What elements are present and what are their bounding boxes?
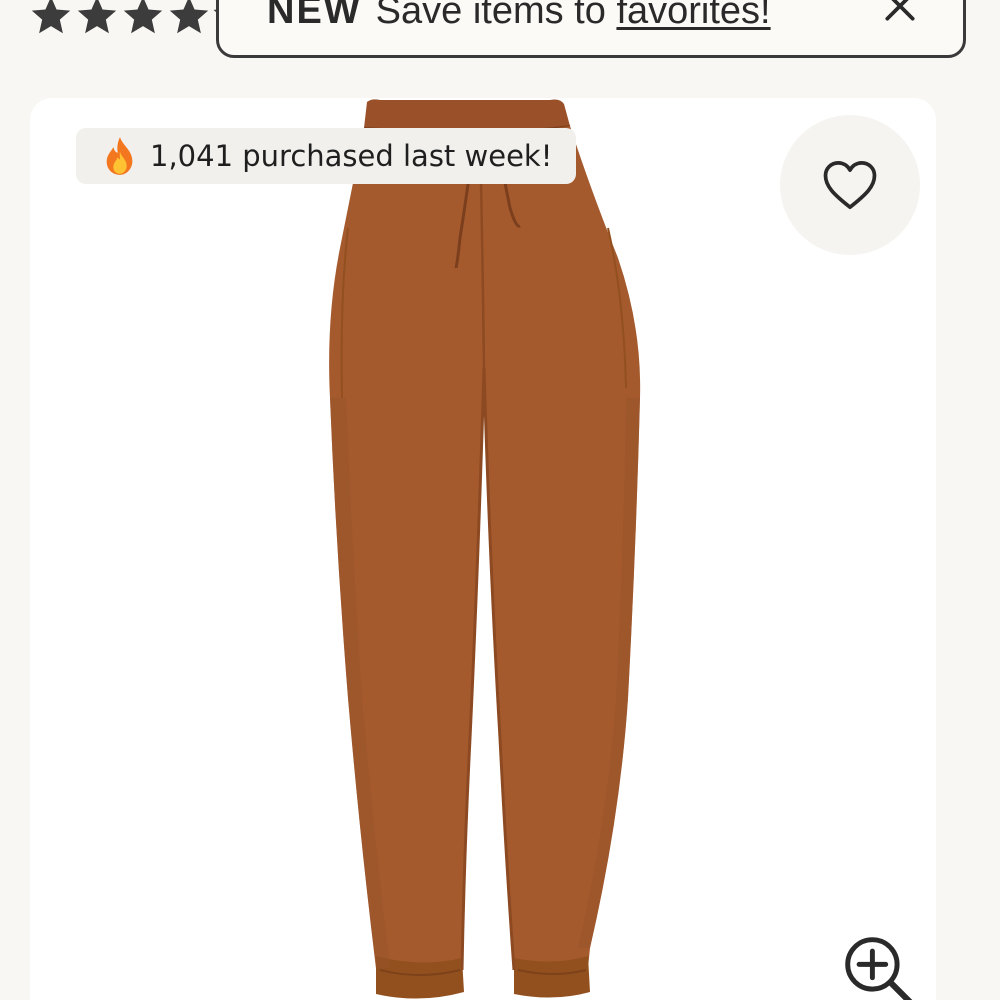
star-icon [123,0,163,34]
heart-icon [823,160,877,210]
star-icon [31,0,71,34]
new-label: NEW [267,0,362,32]
favorite-button[interactable] [780,115,920,255]
star-icon [169,0,209,34]
toast-text: Save items to [375,0,606,32]
toast-message: NEW Save items to favorites! [267,0,771,33]
star-icon [77,0,117,34]
favorites-link[interactable]: favorites! [616,0,770,32]
fire-icon [106,137,133,175]
close-icon[interactable] [881,0,919,25]
favorites-toast: NEW Save items to favorites! [216,0,966,58]
purchase-count-text: 1,041 purchased last week! [150,139,553,173]
product-page: NEW Save items to favorites! 1,041 purch… [0,0,1000,1000]
purchase-count-badge: 1,041 purchased last week! [76,128,577,184]
product-card: 1,041 purchased last week! [30,98,936,1000]
zoom-in-icon[interactable] [842,934,918,1000]
